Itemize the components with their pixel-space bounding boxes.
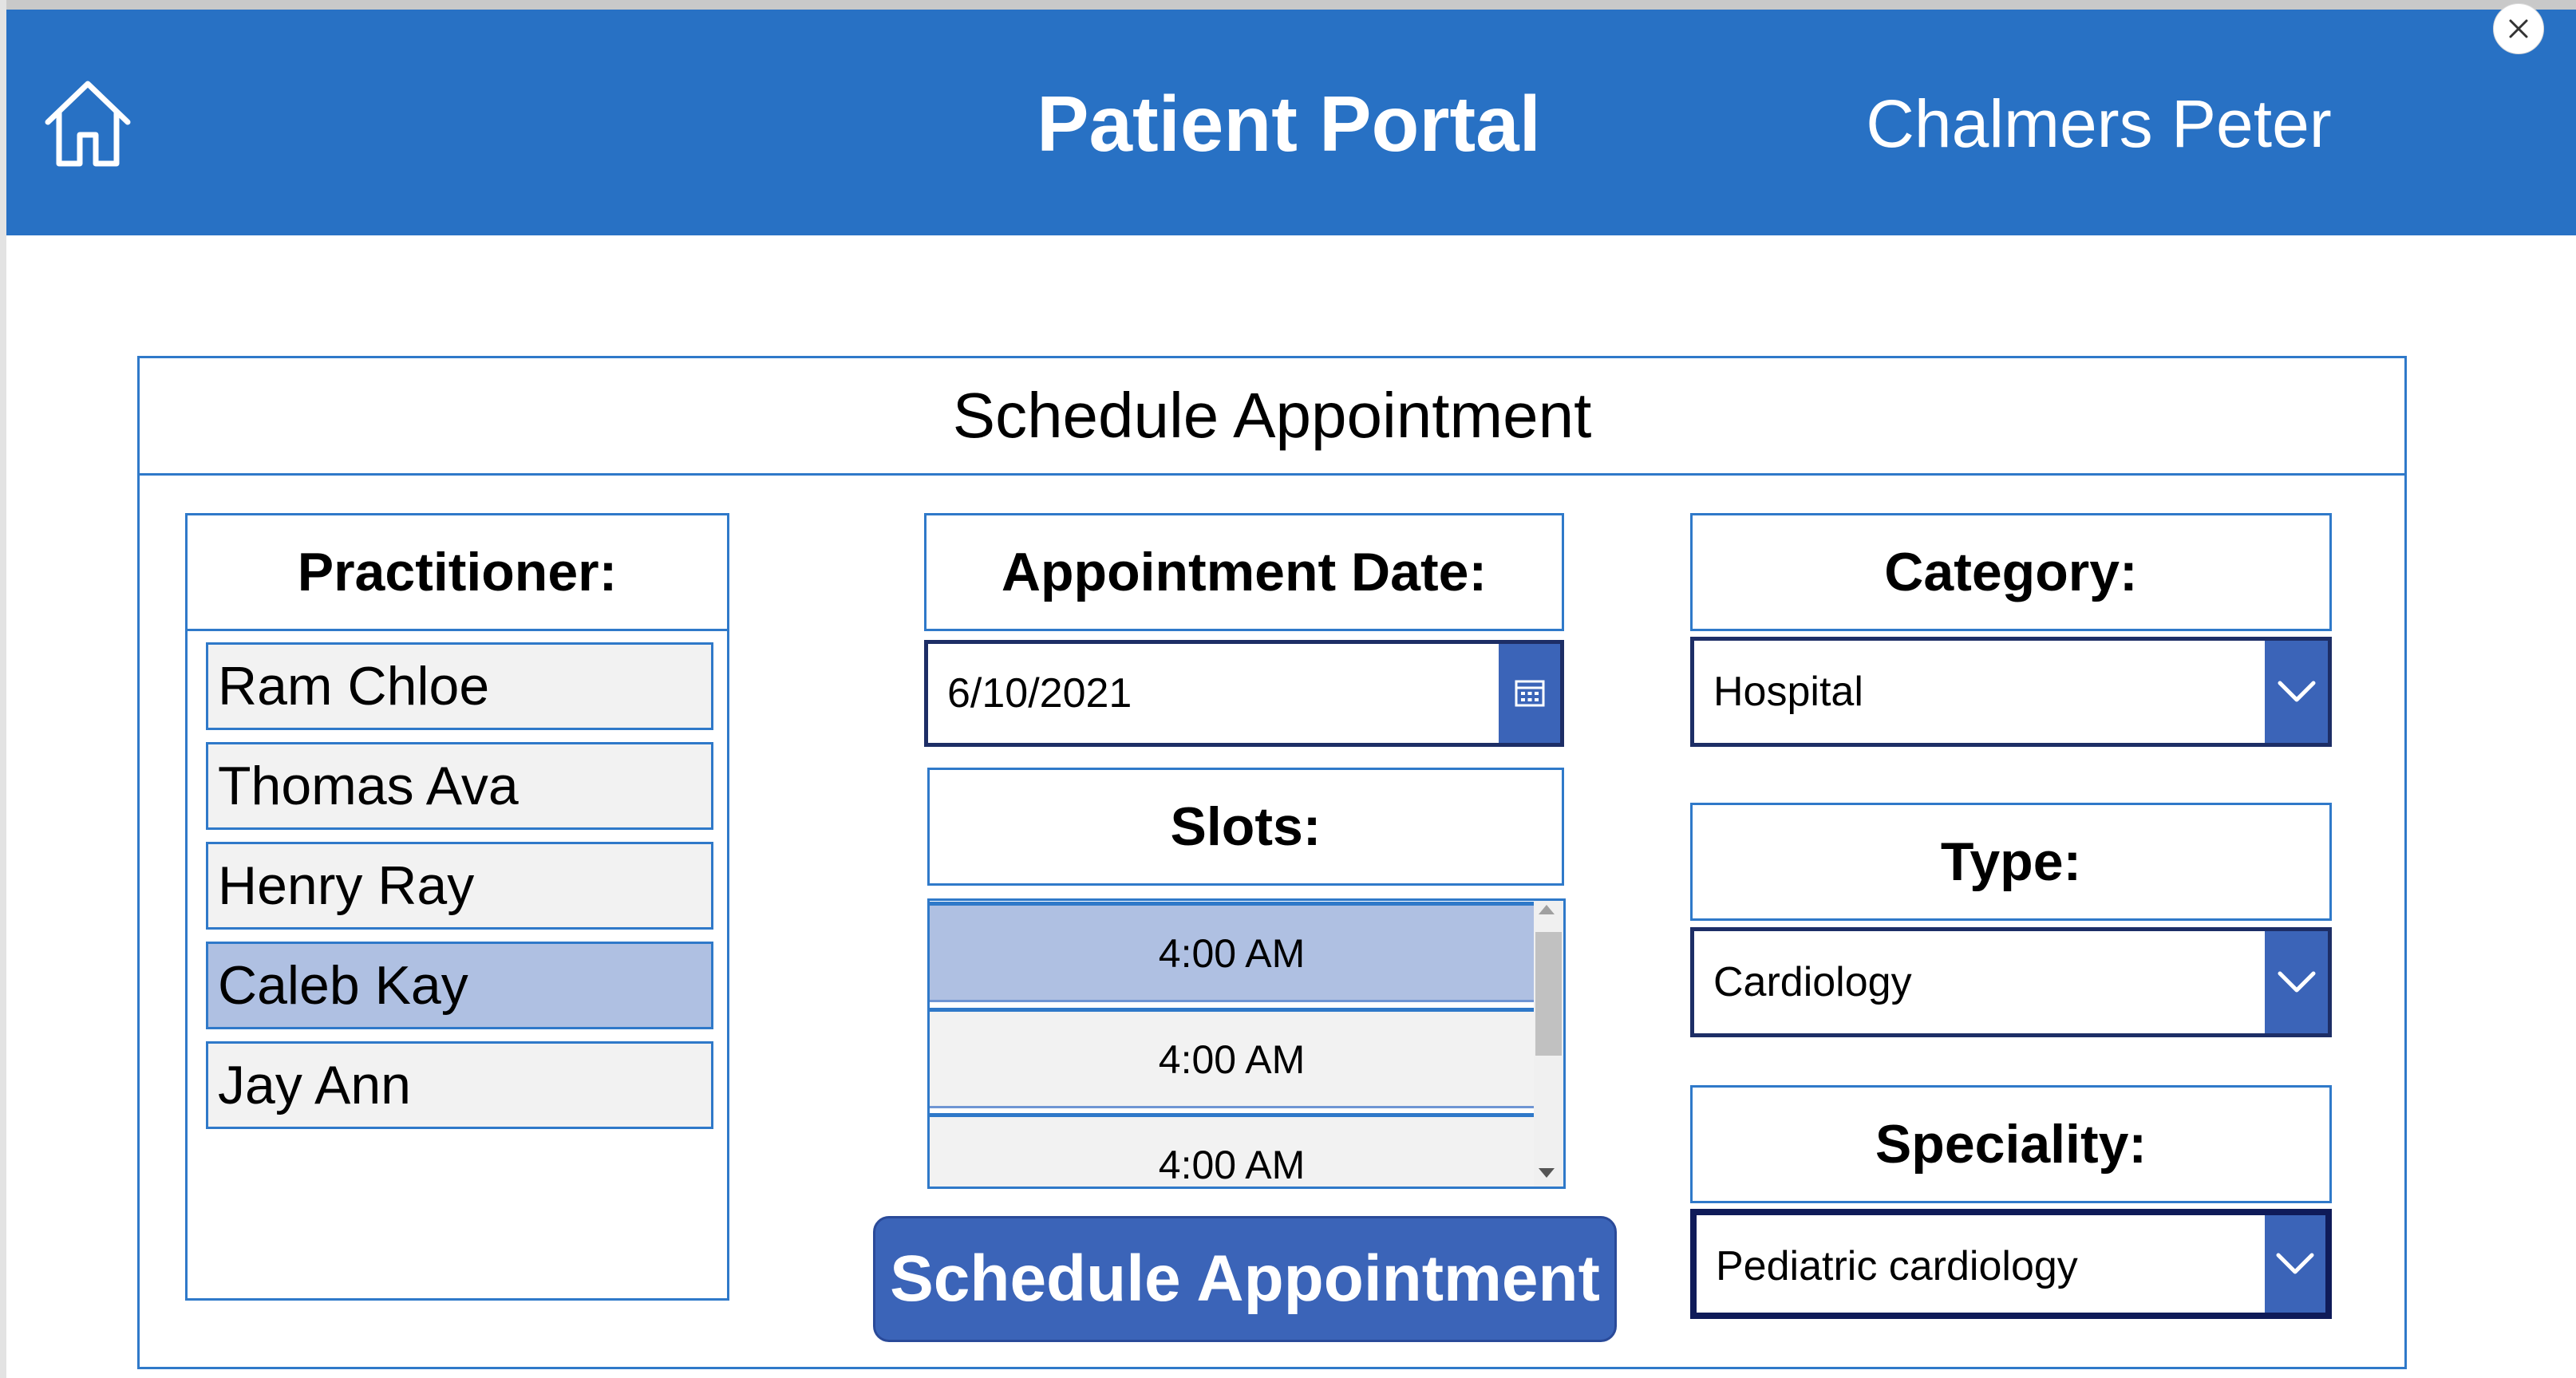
close-icon	[2509, 19, 2528, 38]
slots-label: Slots:	[927, 768, 1564, 886]
practitioner-label: Practitioner:	[185, 513, 729, 631]
slot-item[interactable]: 4:00 AM	[930, 1008, 1534, 1108]
home-icon[interactable]	[40, 76, 136, 172]
type-dropdown-button[interactable]	[2265, 927, 2332, 1037]
chevron-down-icon	[2276, 1253, 2314, 1274]
window-top-edge	[0, 0, 2576, 10]
type-label: Type:	[1690, 803, 2332, 921]
schedule-appointment-button[interactable]: Schedule Appointment	[873, 1216, 1617, 1342]
calendar-icon	[1515, 680, 1544, 707]
slot-item[interactable]: 4:00 AM	[930, 1113, 1534, 1187]
speciality-dropdown[interactable]: Pediatric cardiology	[1690, 1209, 2332, 1319]
slot-item-selected[interactable]: 4:00 AM	[930, 902, 1534, 1002]
chevron-down-icon	[2278, 971, 2315, 993]
scroll-down-arrow-icon[interactable]	[1539, 1168, 1555, 1178]
scroll-up-arrow-icon[interactable]	[1539, 905, 1555, 914]
category-label: Category:	[1690, 513, 2332, 631]
speciality-label: Speciality:	[1690, 1085, 2332, 1203]
practitioner-item[interactable]: Henry Ray	[206, 842, 713, 930]
panel-title: Schedule Appointment	[137, 356, 2407, 476]
practitioner-item-selected[interactable]: Caleb Kay	[206, 942, 713, 1029]
user-name: Chalmers Peter	[1866, 86, 2332, 161]
type-dropdown[interactable]: Cardiology	[1690, 927, 2332, 1037]
calendar-button[interactable]	[1499, 640, 1564, 747]
chevron-down-icon	[2278, 681, 2315, 702]
slots-scroll-thumb[interactable]	[1535, 932, 1562, 1056]
practitioner-item[interactable]: Thomas Ava	[206, 742, 713, 830]
close-button[interactable]	[2493, 3, 2544, 54]
category-dropdown-button[interactable]	[2265, 637, 2332, 747]
practitioner-item[interactable]: Ram Chloe	[206, 642, 713, 730]
speciality-dropdown-button[interactable]	[2265, 1209, 2332, 1319]
appointment-date-picker[interactable]: 6/10/2021	[924, 640, 1564, 747]
practitioner-item[interactable]: Jay Ann	[206, 1041, 713, 1129]
appointment-date-label: Appointment Date:	[924, 513, 1564, 631]
window-left-edge	[0, 0, 6, 1378]
page-title: Patient Portal	[1037, 80, 1541, 168]
category-dropdown[interactable]: Hospital	[1690, 637, 2332, 747]
